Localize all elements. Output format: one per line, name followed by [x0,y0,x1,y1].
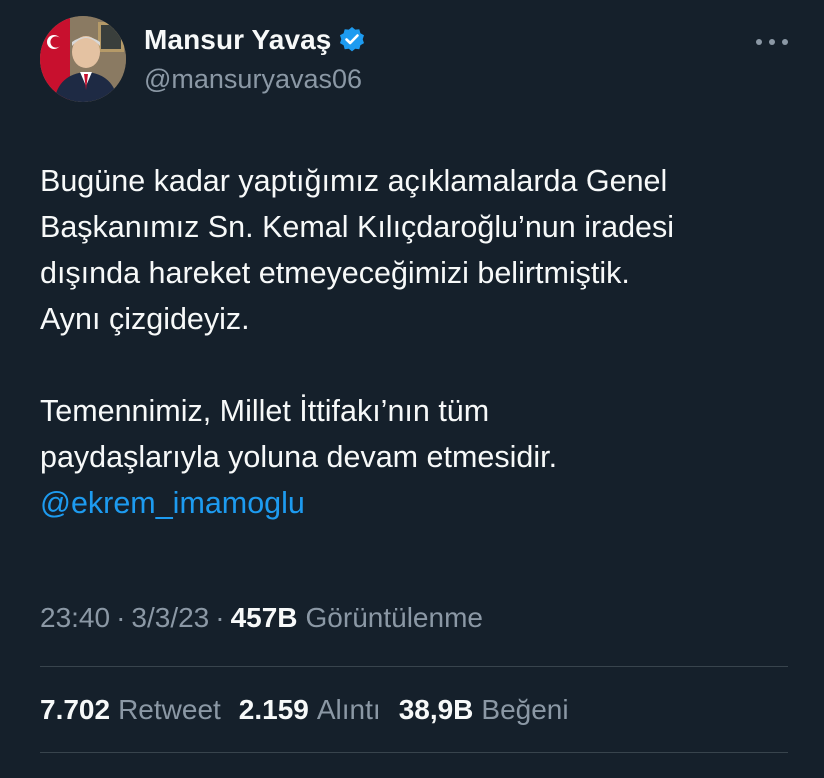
text-line: paydaşlarıyla yoluna devam etmesidir. [40,440,558,474]
retweets-count: 7.702 [40,694,111,725]
quotes-label: Alıntı [316,694,381,725]
retweets-label: Retweet [118,694,221,725]
divider [40,752,788,753]
likes-count: 38,9B [398,694,474,725]
divider [40,666,788,667]
likes-label: Beğeni [481,694,569,725]
quotes-stat[interactable]: 2.159 Alıntı [239,694,381,726]
avatar-photo-icon [40,16,126,102]
avatar[interactable] [40,16,126,102]
display-name-row: Mansur Yavaş [144,22,367,58]
views-label[interactable]: Görüntülenme [306,602,483,634]
likes-stat[interactable]: 38,9B Beğeni [399,694,569,726]
tweet-header: Mansur Yavaş @mansuryavas06 [40,16,800,108]
meta-separator: · [116,602,126,633]
display-name[interactable]: Mansur Yavaş [144,24,331,56]
meta-separator: · [215,602,225,633]
text-line: Bugüne kadar yaptığımız açıklamalarda Ge… [40,164,668,198]
text-line: dışında hareket etmeyeceğimizi belirtmiş… [40,256,630,290]
retweets-stat[interactable]: 7.702 Retweet [40,694,221,726]
tweet-stats: 7.702 Retweet 2.159 Alıntı 38,9B Beğeni [40,688,587,732]
text-line: Aynı çizgideyiz. [40,302,250,336]
tweet-date[interactable]: 3/3/23 [131,602,209,634]
text-line: Temennimiz, Millet İttifakı’nın tüm [40,394,490,428]
tweet-text: Bugüne kadar yaptığımız açıklamalarda Ge… [40,158,800,526]
more-options-icon[interactable] [756,36,788,48]
views-count[interactable]: 457B [231,602,298,634]
tweet-card: Mansur Yavaş @mansuryavas06 Bugüne kadar… [0,0,824,778]
handle[interactable]: @mansuryavas06 [144,64,367,95]
mention-link[interactable]: @ekrem_imamoglu [40,486,305,520]
tweet-meta: 23:40 · 3/3/23 · 457B Görüntülenme [40,598,483,638]
quotes-count: 2.159 [238,694,309,725]
tweet-time[interactable]: 23:40 [40,602,110,634]
author-info: Mansur Yavaş @mansuryavas06 [144,22,367,95]
tweet-paragraph-2: Temennimiz, Millet İttifakı’nın tüm payd… [40,388,800,526]
text-line: Başkanımız Sn. Kemal Kılıçdaroğlu’nun ir… [40,210,675,244]
tweet-paragraph-1: Bugüne kadar yaptığımız açıklamalarda Ge… [40,158,800,342]
verified-badge-icon[interactable] [337,25,367,55]
